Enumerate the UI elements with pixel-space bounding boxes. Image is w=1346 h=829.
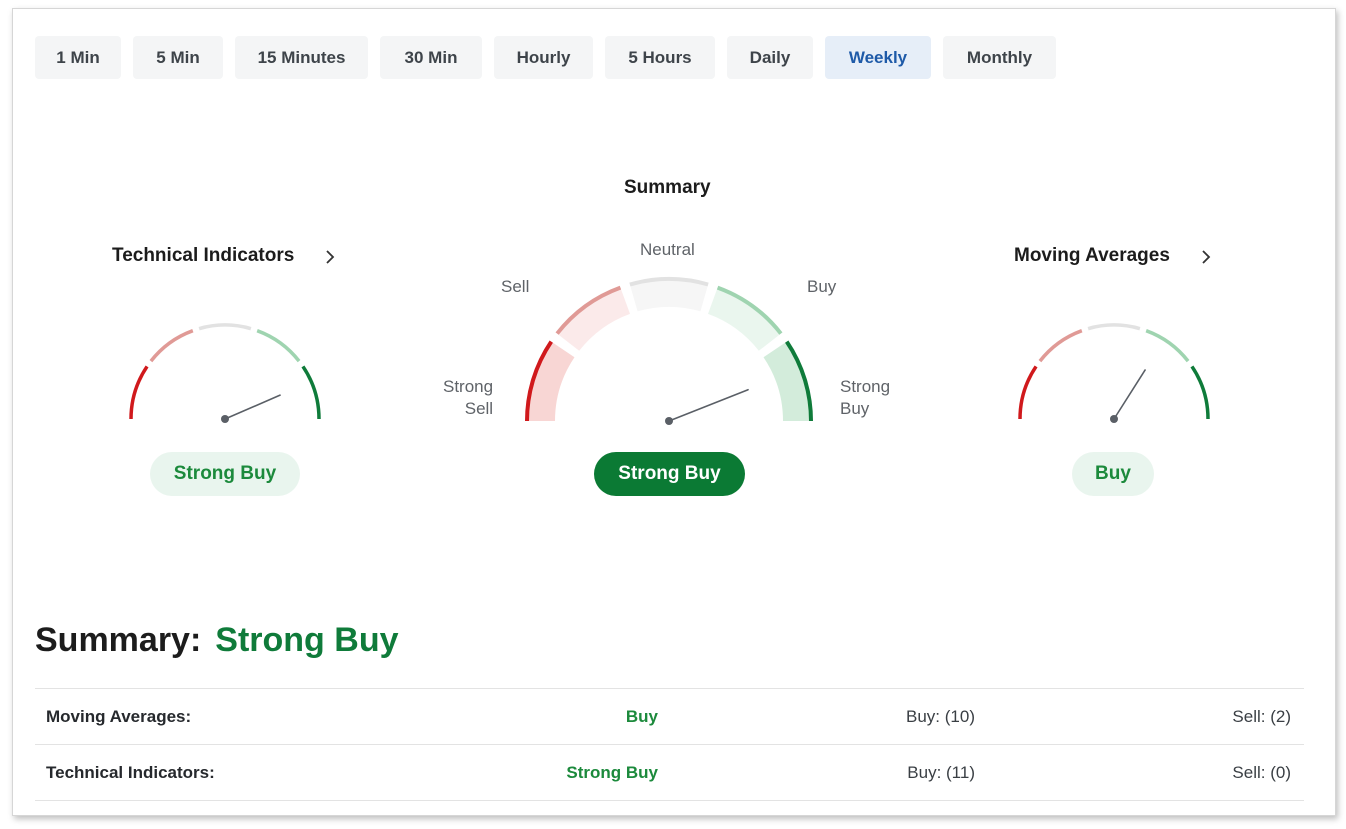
summary-gauge — [525, 277, 813, 425]
technical-indicators-gauge — [129, 323, 321, 423]
tab-5-hours[interactable]: 5 Hours — [605, 36, 715, 79]
table-row: Moving Averages: Buy Buy: (10) Sell: (2) — [35, 688, 1304, 744]
moving-averages-gauge — [1018, 323, 1210, 423]
row-buy-count: Buy: (10) — [906, 707, 975, 726]
tab-daily[interactable]: Daily — [727, 36, 813, 79]
tab-monthly[interactable]: Monthly — [943, 36, 1056, 79]
summary-heading-value: Strong Buy — [215, 621, 399, 659]
row-name: Moving Averages: — [46, 707, 192, 726]
technical-indicators-title: Technical Indicators — [112, 245, 295, 266]
row-buy-count: Buy: (11) — [907, 763, 975, 782]
gauge-arc-sell — [1038, 329, 1083, 363]
chevron-right-icon[interactable] — [325, 250, 335, 264]
tab-hourly[interactable]: Hourly — [494, 36, 593, 79]
gauge-arc-strong-sell — [129, 365, 149, 420]
gauge-needle — [668, 388, 749, 422]
summary-heading-label: Summary: — [35, 621, 202, 659]
tab-30-min[interactable]: 30 Min — [380, 36, 482, 79]
summary-signal-badge: Strong Buy — [594, 452, 745, 496]
gauge-arc-buy — [256, 329, 301, 363]
gauge-needle-hub — [1110, 415, 1118, 423]
gauge-label-neutral: Neutral — [640, 240, 695, 259]
tab-5-min[interactable]: 5 Min — [133, 36, 223, 79]
summary-gauge-title: Summary — [624, 177, 711, 198]
moving-averages-title: Moving Averages — [1014, 245, 1170, 266]
technical-summary-panel: 1 Min 5 Min 15 Minutes 30 Min Hourly 5 H… — [12, 8, 1336, 816]
gauge-needle — [224, 394, 281, 420]
moving-averages-signal-badge: Buy — [1072, 452, 1154, 496]
gauge-arc-strong-buy — [301, 365, 321, 420]
gauge-arc-neutral — [1087, 323, 1141, 331]
gauge-label-strong-buy: Strong Buy — [840, 377, 891, 418]
chevron-right-icon[interactable] — [1201, 250, 1211, 264]
gauge-needle-hub — [221, 415, 229, 423]
gauge-label-strong-sell: Strong Sell — [443, 377, 494, 418]
summary-heading: Summary: Strong Buy — [35, 621, 399, 660]
tab-weekly[interactable]: Weekly — [825, 36, 931, 79]
row-signal: Strong Buy — [566, 763, 658, 782]
technical-indicators-signal-badge: Strong Buy — [150, 452, 300, 496]
gauge-needle — [1113, 369, 1146, 420]
tab-15-minutes[interactable]: 15 Minutes — [235, 36, 368, 79]
gauge-arc-neutral — [198, 323, 252, 331]
gauge-arc-strong-sell — [1018, 365, 1038, 420]
gauge-needle-hub — [665, 417, 673, 425]
technical-indicators-link[interactable]: Technical Indicators — [112, 245, 294, 267]
gauge-arc-sell — [149, 329, 194, 363]
row-name: Technical Indicators: — [46, 763, 215, 782]
gauge-arc-strong-buy — [1190, 365, 1210, 420]
moving-averages-link[interactable]: Moving Averages — [1014, 245, 1170, 267]
table-row: Technical Indicators: Strong Buy Buy: (1… — [35, 744, 1304, 801]
row-sell-count: Sell: (2) — [1232, 707, 1291, 726]
row-sell-count: Sell: (0) — [1232, 763, 1291, 782]
summary-table: Moving Averages: Buy Buy: (10) Sell: (2)… — [35, 688, 1304, 801]
gauge-band-neutral — [629, 279, 709, 312]
gauge-arc-buy — [1145, 329, 1190, 363]
tab-1-min[interactable]: 1 Min — [35, 36, 121, 79]
row-signal: Buy — [625, 707, 658, 726]
